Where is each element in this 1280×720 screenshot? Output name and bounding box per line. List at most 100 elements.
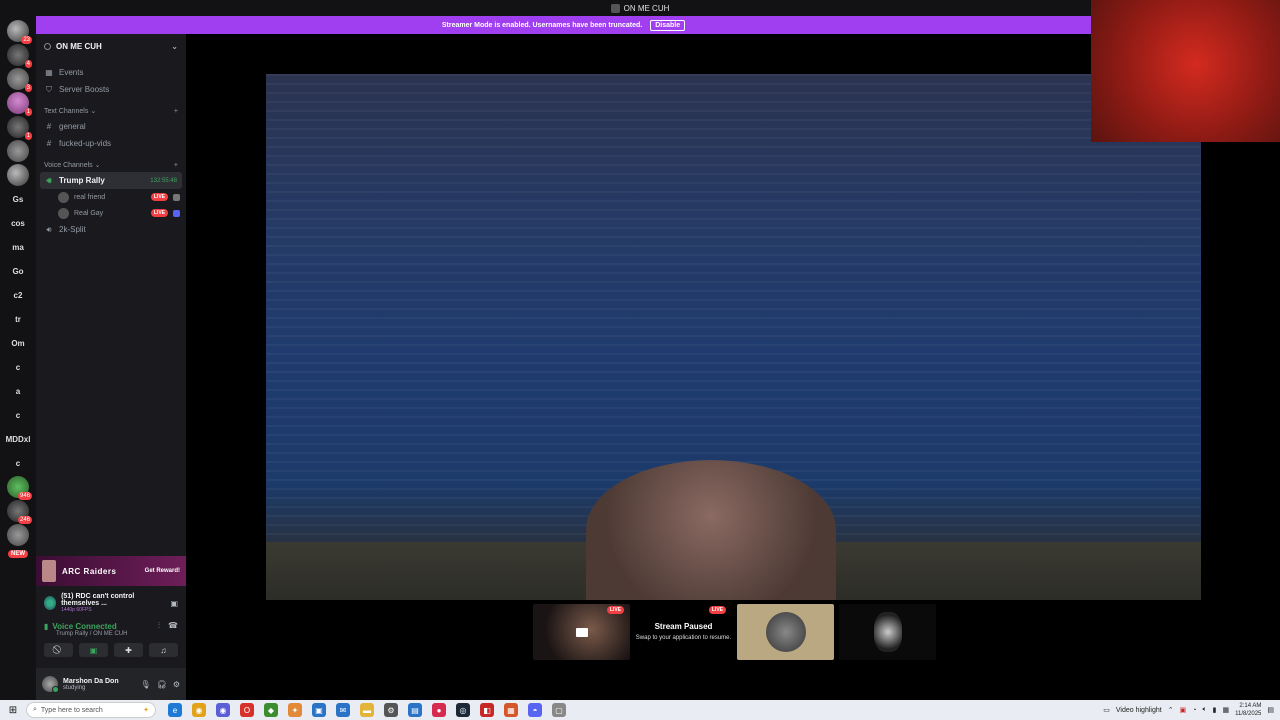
participant-tile[interactable]	[839, 604, 936, 660]
taskbar-search[interactable]: ⌕ Type here to search ✦	[26, 702, 156, 718]
system-tray: ▭ Video highlight ⌃ ▣ ◔ 🔈︎ ▮ ▦ 2:14 AM 1…	[1103, 702, 1274, 718]
server-icon[interactable]	[7, 164, 29, 186]
participant-tile-paused[interactable]: Stream Paused Swap to your application t…	[635, 604, 732, 660]
microphone-icon[interactable]: 🎙︎	[141, 680, 151, 689]
edge-icon[interactable]: e	[168, 703, 182, 717]
language-icon[interactable]: ▦	[1223, 706, 1230, 714]
store-icon[interactable]: ▤	[408, 703, 422, 717]
user-name[interactable]: Marshon Da Don	[63, 678, 119, 685]
reward-promo[interactable]: ARC Raiders Get Reward!	[36, 556, 186, 586]
server-icon[interactable]: c	[7, 404, 29, 426]
opera-icon[interactable]: O	[240, 703, 254, 717]
avatar[interactable]	[42, 676, 59, 693]
server-icon[interactable]: 1	[7, 116, 32, 140]
clock-date: 11/8/2025	[1235, 711, 1262, 717]
server-icon[interactable]: tr	[7, 308, 29, 330]
server-icon[interactable]: 1	[7, 92, 32, 116]
camera-off-button[interactable]: ⃠	[44, 643, 73, 657]
server-label: ma	[12, 242, 24, 252]
battery-icon[interactable]: ▮	[1213, 706, 1217, 714]
mail-icon[interactable]: ✉	[336, 703, 350, 717]
server-icon[interactable]: c	[7, 356, 29, 378]
channel-general[interactable]: # general	[36, 118, 186, 135]
signal-icon[interactable]: ▮	[44, 622, 48, 631]
clock[interactable]: 2:14 AM 11/8/2025	[1235, 702, 1261, 718]
chrome-icon[interactable]: ◉	[192, 703, 206, 717]
mention-badge: 3	[24, 84, 32, 92]
screen-share-button[interactable]: ▣	[79, 643, 108, 657]
noise-suppression-icon[interactable]: ⫶	[158, 621, 160, 631]
voice-user[interactable]: real friend LIVE	[36, 189, 186, 205]
record-icon[interactable]: ●	[432, 703, 446, 717]
server-icon[interactable]: cos	[7, 212, 29, 234]
capture-icon[interactable]: ▢	[552, 703, 566, 717]
add-channel-icon[interactable]: +	[174, 162, 178, 169]
search-icon: ⌕	[33, 706, 37, 713]
chrome-alt-icon[interactable]: ◉	[216, 703, 230, 717]
discord-icon[interactable]: ◓	[528, 703, 542, 717]
server-icon[interactable]: Om	[7, 332, 29, 354]
activity-status[interactable]: (51) RDC can't control themselves ... 14…	[36, 590, 186, 616]
gear-icon[interactable]: ⚙	[173, 680, 180, 689]
server-label: Go	[12, 266, 24, 276]
server-icon[interactable]: 3	[7, 68, 32, 92]
windows-start-icon[interactable]: ⊞	[6, 705, 20, 716]
chevron-down-icon[interactable]: ⌄	[171, 42, 178, 51]
pinned-app-icon[interactable]: ✦	[288, 703, 302, 717]
disable-button[interactable]: Disable	[650, 19, 686, 31]
server-icon[interactable]: c2	[7, 284, 29, 306]
stream-video[interactable]	[266, 74, 1201, 600]
tray-app-icon[interactable]: ▣	[1180, 706, 1187, 714]
server-icon[interactable]	[7, 140, 29, 162]
game-icon[interactable]: ◆	[264, 703, 278, 717]
settings-icon[interactable]: ⚙	[384, 703, 398, 717]
add-channel-icon[interactable]: +	[174, 108, 178, 115]
get-reward-button[interactable]: Get Reward!	[145, 568, 180, 574]
sidebar-item-server-boosts[interactable]: ⛉ Server Boosts	[36, 81, 186, 98]
participant-tile[interactable]	[737, 604, 834, 660]
activity-icon	[173, 209, 180, 217]
channel-fucked-up-vids[interactable]: # fucked-up-vids	[36, 135, 186, 152]
server-icon[interactable]: 4	[7, 44, 32, 68]
server-icon[interactable]: ma	[7, 236, 29, 258]
volume-icon[interactable]: 🔈︎	[1202, 706, 1206, 714]
voice-channels-category[interactable]: Voice Channels ⌄ +	[36, 158, 186, 172]
steam-icon[interactable]: ◎	[456, 703, 470, 717]
voice-channel-2k-split[interactable]: 🔊︎ 2k-Split	[36, 221, 186, 238]
notifications-icon[interactable]: ▤	[1267, 706, 1274, 714]
promo-logo: ARC Raiders	[62, 566, 117, 576]
chevron-up-icon[interactable]: ⌃	[1168, 706, 1174, 714]
stream-settings-icon[interactable]: ▣	[170, 599, 178, 608]
folder-icon[interactable]: ▬	[360, 703, 374, 717]
network-icon[interactable]: ◔	[1192, 707, 1196, 714]
server-icon[interactable]: a	[7, 380, 29, 402]
participant-tile[interactable]: LIVE	[533, 604, 630, 660]
voice-user-name: real friend	[74, 193, 106, 201]
server-header[interactable]: ON ME CUH ⌄	[36, 34, 186, 58]
window-icon[interactable]: ▣	[312, 703, 326, 717]
server-icon[interactable]: 23	[7, 20, 32, 44]
server-label: c	[15, 362, 21, 372]
roblox-icon[interactable]: ◧	[480, 703, 494, 717]
server-icon[interactable]	[7, 524, 29, 546]
text-channels-category[interactable]: Text Channels ⌄ +	[36, 104, 186, 118]
calendar-icon: ▦	[45, 68, 53, 77]
soundboard-button[interactable]: ♫	[149, 643, 178, 657]
voice-user[interactable]: Real Gay LIVE	[36, 205, 186, 221]
disconnect-icon[interactable]: ☎	[168, 621, 178, 631]
server-icon[interactable]: MDDxl	[6, 428, 31, 450]
voice-channel-trump-rally[interactable]: 🔊︎ Trump Rally 132:55:48	[40, 172, 182, 189]
headphones-icon[interactable]: 🎧︎	[157, 680, 167, 689]
mention-badge: 246	[17, 516, 32, 524]
server-icon[interactable]: 246	[7, 500, 32, 524]
hashtag-icon: #	[46, 122, 52, 131]
sidebar-item-events[interactable]: ▦ Events	[36, 64, 186, 81]
server-icon[interactable]: Go	[7, 260, 29, 282]
ms-icon[interactable]: ▦	[504, 703, 518, 717]
server-icon[interactable]: c	[7, 452, 29, 474]
activities-button[interactable]: ✚	[114, 643, 143, 657]
server-icon[interactable]: Gs	[7, 188, 29, 210]
video-highlight-label[interactable]: Video highlight	[1116, 707, 1162, 714]
server-icon[interactable]: 946	[7, 476, 32, 500]
stream-paused-subtitle: Swap to your application to resume.	[635, 635, 732, 641]
